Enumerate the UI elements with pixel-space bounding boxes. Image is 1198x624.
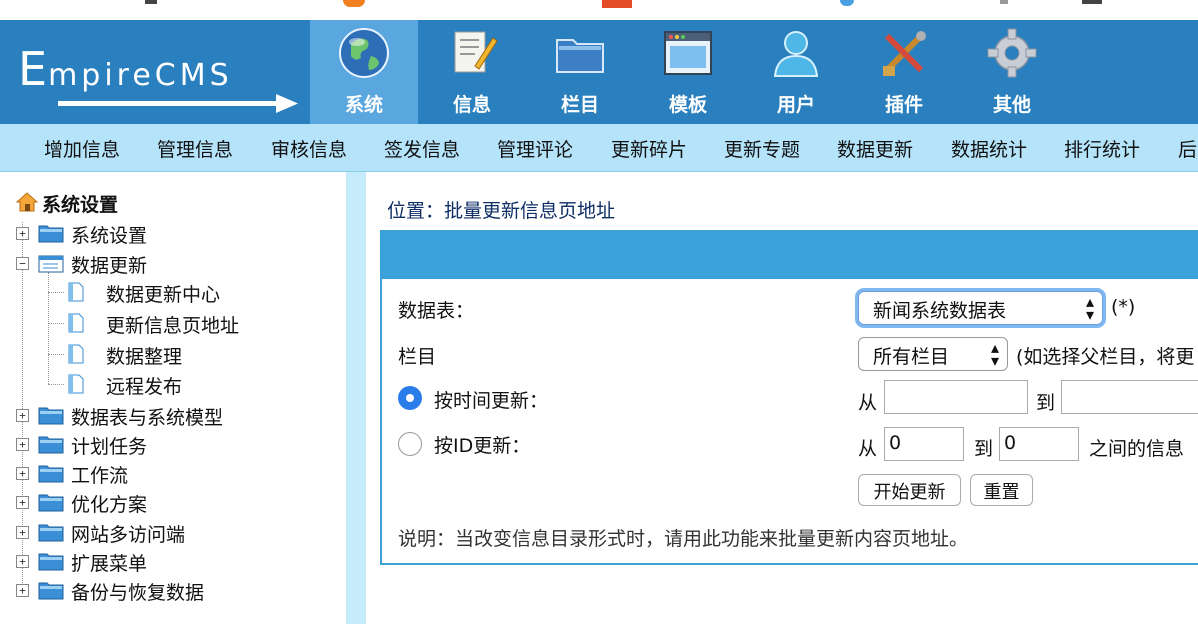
folder-icon bbox=[38, 494, 64, 512]
submenu-data-update[interactable]: 数据更新 bbox=[837, 135, 913, 162]
expand-icon[interactable]: + bbox=[16, 438, 29, 451]
submenu-data-stats[interactable]: 数据统计 bbox=[951, 135, 1027, 162]
browser-top-strip bbox=[0, 0, 1198, 20]
folder-icon bbox=[38, 436, 64, 454]
edit-document-icon bbox=[454, 31, 498, 73]
id-range-suffix: 之间的信息 bbox=[1089, 438, 1185, 460]
submenu-rank-stats[interactable]: 排行统计 bbox=[1064, 135, 1140, 162]
column-hint: (如选择父栏目，将更 bbox=[1016, 346, 1195, 368]
table-select[interactable]: 新闻系统数据表 ▴ ▾ bbox=[858, 291, 1103, 325]
expand-icon[interactable]: + bbox=[16, 409, 29, 422]
by-time-radio[interactable] bbox=[398, 386, 422, 410]
window-template-icon bbox=[664, 31, 712, 75]
submenu-update-topics[interactable]: 更新专题 bbox=[724, 135, 800, 162]
submenu-sign-info[interactable]: 签发信息 bbox=[384, 135, 460, 162]
select-arrows-icon: ▴ ▾ bbox=[1085, 292, 1094, 324]
update-form-panel: 数据表： 新闻系统数据表 ▴ ▾ (*) 栏目 所有栏目 ▴ ▾ (如选择父栏目，将… bbox=[380, 230, 1198, 565]
gear-icon bbox=[987, 28, 1037, 78]
time-to-input[interactable] bbox=[1061, 380, 1198, 414]
sidebar-tree: 系统设置 + 系统设置 − 数据更新 数据更新中心 更新信息页地址 数据整理 远… bbox=[0, 172, 346, 624]
nav-label: 插件 bbox=[884, 94, 923, 116]
time-from-label: 从 bbox=[858, 392, 878, 414]
nav-user[interactable]: 用户 bbox=[742, 20, 850, 124]
by-id-radio[interactable] bbox=[398, 432, 422, 456]
expand-icon[interactable]: + bbox=[16, 227, 29, 240]
nav-info[interactable]: 信息 bbox=[418, 20, 526, 124]
empirecms-logo[interactable]: EmpireCMS bbox=[18, 42, 308, 113]
expand-icon[interactable]: + bbox=[16, 496, 29, 509]
nav-label: 用户 bbox=[776, 94, 815, 116]
nav-label: 模板 bbox=[668, 94, 707, 116]
submenu-add-info[interactable]: 增加信息 bbox=[44, 135, 120, 162]
submenu-more[interactable]: 后 bbox=[1178, 135, 1197, 162]
nav-label: 系统 bbox=[344, 94, 383, 116]
nav-system[interactable]: 系统 bbox=[310, 20, 418, 124]
sub-menu-bar: 增加信息 管理信息 审核信息 签发信息 管理评论 更新碎片 更新专题 数据更新 … bbox=[0, 124, 1198, 172]
table-label: 数据表： bbox=[398, 300, 475, 322]
sidebar-splitter[interactable] bbox=[346, 172, 366, 624]
required-mark: (*) bbox=[1111, 296, 1136, 318]
nav-template[interactable]: 模板 bbox=[634, 20, 742, 124]
start-update-button[interactable]: 开始更新 bbox=[858, 474, 961, 506]
expand-icon[interactable]: + bbox=[16, 467, 29, 480]
expand-icon[interactable]: + bbox=[16, 555, 29, 568]
expand-icon[interactable]: + bbox=[16, 526, 29, 539]
nav-label: 信息 bbox=[452, 94, 491, 116]
select-arrows-icon: ▴ ▾ bbox=[990, 338, 999, 370]
by-id-label: 按ID更新： bbox=[434, 435, 531, 457]
folder-icon bbox=[38, 465, 64, 483]
folder-icon bbox=[38, 407, 64, 425]
column-label: 栏目 bbox=[398, 346, 437, 368]
nav-other[interactable]: 其他 bbox=[958, 20, 1066, 124]
id-from-label: 从 bbox=[858, 438, 878, 460]
reset-button[interactable]: 重置 bbox=[970, 474, 1033, 506]
nav-label: 其他 bbox=[992, 94, 1031, 116]
header-banner: EmpireCMS 系统 信息 栏目 模板 用户 插件 其他 bbox=[0, 20, 1198, 124]
nav-column[interactable]: 栏目 bbox=[526, 20, 634, 124]
globe-icon bbox=[339, 28, 389, 78]
folder-icon bbox=[556, 39, 604, 73]
submenu-update-fragments[interactable]: 更新碎片 bbox=[611, 135, 687, 162]
submenu-manage-comments[interactable]: 管理评论 bbox=[497, 135, 573, 162]
open-folder-icon bbox=[38, 255, 64, 273]
time-from-input[interactable] bbox=[884, 380, 1028, 414]
id-to-label: 到 bbox=[974, 438, 994, 460]
folder-icon bbox=[38, 225, 64, 243]
submenu-manage-info[interactable]: 管理信息 bbox=[157, 135, 233, 162]
collapse-icon[interactable]: − bbox=[16, 257, 29, 270]
folder-icon bbox=[38, 553, 64, 571]
nav-plugin[interactable]: 插件 bbox=[850, 20, 958, 124]
nav-label: 栏目 bbox=[560, 94, 599, 116]
panel-header bbox=[382, 232, 1198, 279]
breadcrumb-current[interactable]: 批量更新信息页地址 bbox=[444, 200, 615, 222]
user-icon bbox=[773, 31, 819, 77]
folder-icon bbox=[38, 524, 64, 542]
breadcrumb: 位置：批量更新信息页地址 bbox=[387, 200, 616, 222]
id-to-input[interactable]: 0 bbox=[999, 427, 1079, 461]
time-to-label: 到 bbox=[1036, 392, 1056, 414]
id-from-input[interactable]: 0 bbox=[884, 427, 964, 461]
page-icon bbox=[68, 374, 84, 394]
by-time-label: 按时间更新： bbox=[434, 390, 549, 412]
help-note: 说明：当改变信息目录形式时，请用此功能来批量更新内容页地址。 bbox=[398, 528, 969, 550]
page-icon bbox=[68, 282, 84, 302]
expand-icon[interactable]: + bbox=[16, 584, 29, 597]
folder-icon bbox=[38, 582, 64, 600]
home-icon bbox=[16, 192, 38, 212]
page-icon bbox=[68, 313, 84, 333]
submenu-review-info[interactable]: 审核信息 bbox=[271, 135, 347, 162]
tools-icon bbox=[883, 31, 926, 76]
page-icon bbox=[68, 344, 84, 364]
column-select[interactable]: 所有栏目 ▴ ▾ bbox=[858, 337, 1008, 371]
